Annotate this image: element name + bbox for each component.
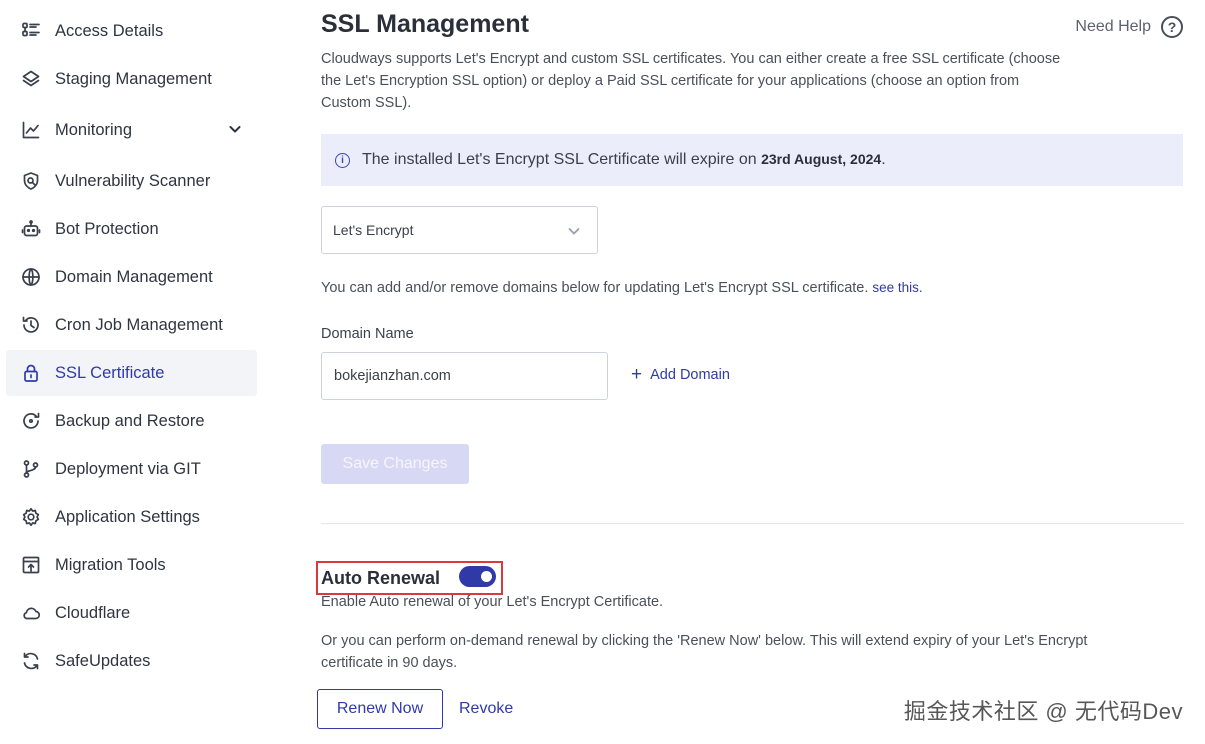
- sidebar-item-bot-protection[interactable]: Bot Protection: [6, 206, 257, 252]
- ssl-management-panel: SSL Management Need Help ? Cloudways sup…: [316, 0, 1191, 744]
- sidebar-item-label: SafeUpdates: [55, 651, 151, 670]
- sidebar-item-label: Staging Management: [55, 69, 212, 88]
- sidebar-item-deployment-via-git[interactable]: Deployment via GIT: [6, 446, 257, 492]
- need-help-link[interactable]: Need Help ?: [1075, 16, 1183, 38]
- sidebar-item-migration-tools[interactable]: Migration Tools: [6, 542, 257, 588]
- domain-name-input[interactable]: [321, 352, 608, 400]
- info-icon: i: [335, 152, 350, 168]
- gear-icon: [20, 506, 42, 528]
- sidebar-item-label: Migration Tools: [55, 555, 166, 574]
- page-title: SSL Management: [321, 10, 529, 38]
- sidebar-item-label: Application Settings: [55, 507, 200, 526]
- shield-scan-icon: [20, 170, 42, 192]
- sidebar-item-cron-job-management[interactable]: Cron Job Management: [6, 302, 257, 348]
- chart-line-icon: [20, 119, 42, 141]
- domain-note: You can add and/or remove domains below …: [321, 280, 923, 296]
- sidebar-item-monitoring[interactable]: Monitoring: [6, 107, 257, 153]
- sidebar-item-domain-management[interactable]: Domain Management: [6, 254, 257, 300]
- watermark-text: 掘金技术社区 @ 无代码Dev: [903, 699, 1183, 724]
- list-icon: [20, 20, 42, 42]
- sidebar-item-application-settings[interactable]: Application Settings: [6, 494, 257, 540]
- plus-icon: +: [631, 364, 643, 385]
- www-globe-icon: [20, 266, 42, 288]
- sidebar-item-ssl-certificate[interactable]: SSL Certificate: [6, 350, 257, 396]
- sidebar-item-label: Bot Protection: [55, 219, 159, 238]
- robot-icon: [20, 218, 42, 240]
- ssl-type-select[interactable]: Let's Encrypt: [321, 206, 598, 254]
- git-branch-icon: [20, 458, 42, 480]
- revoke-link[interactable]: Revoke: [459, 700, 513, 718]
- expiry-message-text: The installed Let's Encrypt SSL Certific…: [362, 151, 762, 168]
- backup-icon: [20, 410, 42, 432]
- see-this-link[interactable]: see this.: [872, 280, 922, 295]
- lock-icon: [20, 362, 42, 384]
- add-domain-label: Add Domain: [650, 367, 730, 383]
- expiry-date: 23rd August, 2024: [761, 151, 882, 167]
- refresh-icon: [20, 650, 42, 672]
- add-domain-button[interactable]: + Add Domain: [631, 364, 730, 385]
- intro-text: Cloudways supports Let's Encrypt and cus…: [321, 51, 1061, 111]
- sidebar-item-label: Access Details: [55, 21, 164, 40]
- sidebar-item-label: Monitoring: [55, 120, 133, 139]
- sidebar-item-label: Cron Job Management: [55, 315, 223, 334]
- expiry-message-suffix: .: [881, 151, 886, 168]
- sidebar-item-access-details[interactable]: Access Details: [6, 8, 257, 54]
- sidebar-item-label: Backup and Restore: [55, 411, 205, 430]
- sidebar-item-backup-and-restore[interactable]: Backup and Restore: [6, 398, 257, 444]
- need-help-label: Need Help: [1075, 18, 1151, 35]
- sidebar-item-label: Deployment via GIT: [55, 459, 201, 478]
- chevron-down-icon[interactable]: [227, 121, 243, 137]
- domain-name-label: Domain Name: [321, 326, 414, 342]
- question-circle-icon[interactable]: ?: [1161, 16, 1183, 38]
- sidebar-item-safeupdates[interactable]: SafeUpdates: [6, 638, 257, 684]
- toggle-knob: [481, 571, 492, 582]
- chevron-down-icon: [567, 224, 581, 243]
- auto-renewal-description: Enable Auto renewal of your Let's Encryp…: [321, 594, 664, 610]
- sidebar-item-vulnerability-scanner[interactable]: Vulnerability Scanner: [6, 158, 257, 204]
- cloud-icon: [20, 602, 42, 624]
- sidebar-item-label: SSL Certificate: [55, 363, 165, 382]
- auto-renewal-toggle[interactable]: [459, 566, 496, 587]
- expiry-message: The installed Let's Encrypt SSL Certific…: [362, 151, 886, 169]
- layers-icon: [20, 68, 42, 90]
- sidebar-item-label: Domain Management: [55, 267, 213, 286]
- sidebar-item-label: Cloudflare: [55, 603, 131, 622]
- renew-now-button[interactable]: Renew Now: [317, 689, 443, 729]
- expiry-info-banner: i The installed Let's Encrypt SSL Certif…: [321, 134, 1183, 186]
- sidebar-item-label: Vulnerability Scanner: [55, 171, 211, 190]
- save-changes-button[interactable]: Save Changes: [321, 444, 469, 484]
- ssl-type-value: Let's Encrypt: [333, 222, 414, 238]
- section-divider: [321, 523, 1184, 524]
- migration-icon: [20, 554, 42, 576]
- renew-description: Or you can perform on-demand renewal by …: [321, 633, 1088, 671]
- history-icon: [20, 314, 42, 336]
- sidebar-item-staging-management[interactable]: Staging Management: [6, 56, 257, 102]
- sidebar-item-cloudflare[interactable]: Cloudflare: [6, 590, 257, 636]
- auto-renewal-title: Auto Renewal: [321, 568, 441, 588]
- app-sidebar: Access Details Staging Management Monito…: [0, 0, 262, 744]
- domain-note-text: You can add and/or remove domains below …: [321, 280, 873, 296]
